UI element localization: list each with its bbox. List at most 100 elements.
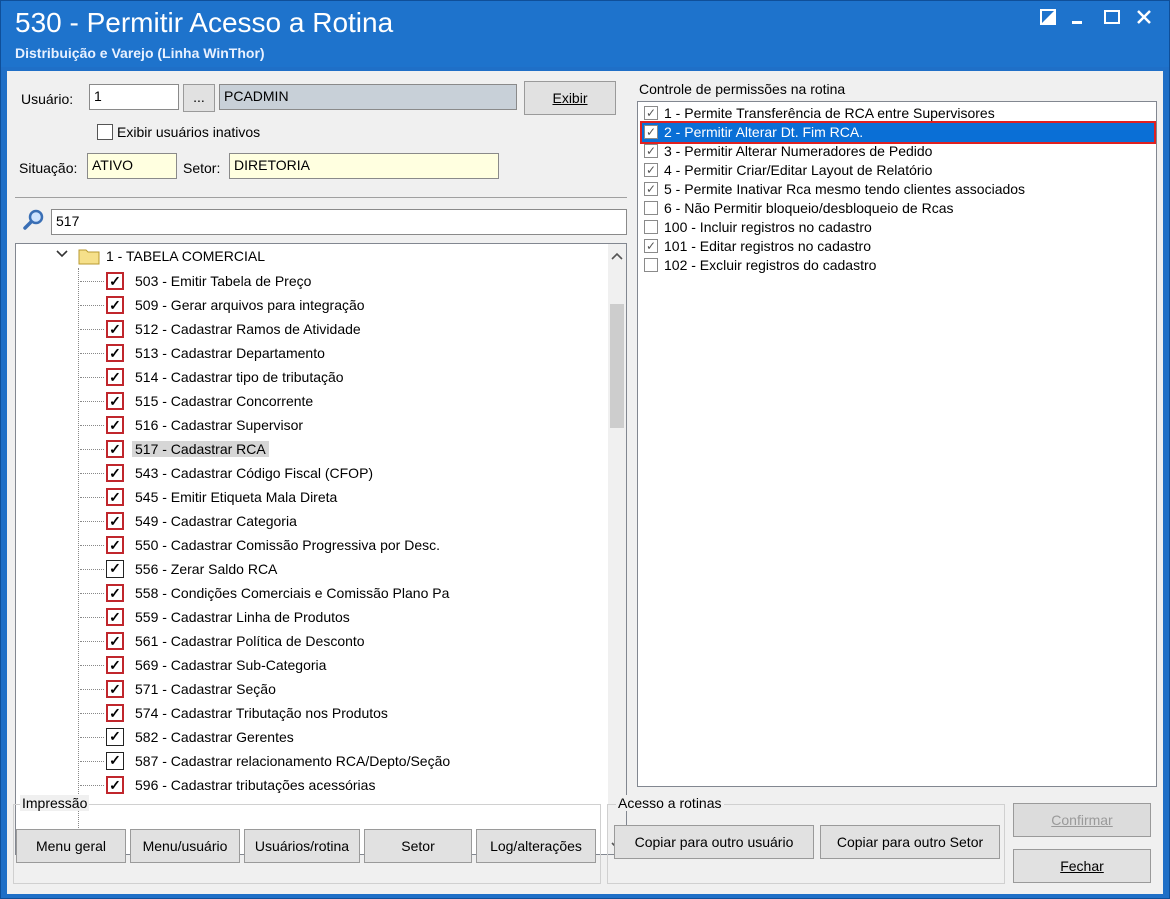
- tree-item-checkbox[interactable]: ✓: [106, 632, 124, 650]
- tree-item[interactable]: ✓ 549 - Cadastrar Categoria: [80, 510, 602, 534]
- tree-item-checkbox[interactable]: ✓: [106, 272, 124, 290]
- tree-connector: [80, 641, 104, 642]
- permission-item[interactable]: 6 - Não Permitir bloqueio/desbloqueio de…: [642, 199, 1154, 218]
- tree-item[interactable]: ✓ 509 - Gerar arquivos para integração: [80, 294, 602, 318]
- permission-checkbox[interactable]: [644, 220, 658, 234]
- tree-item-checkbox[interactable]: ✓: [106, 392, 124, 410]
- setor-button[interactable]: Setor: [364, 829, 472, 863]
- permission-label: 100 - Incluir registros no cadastro: [664, 219, 872, 235]
- tree-item-checkbox[interactable]: ✓: [106, 296, 124, 314]
- tree-item[interactable]: ✓ 517 - Cadastrar RCA: [80, 438, 602, 462]
- tree-item-checkbox[interactable]: ✓: [106, 728, 124, 746]
- tree-item[interactable]: ✓ 582 - Cadastrar Gerentes: [80, 726, 602, 750]
- tree-item[interactable]: ✓ 543 - Cadastrar Código Fiscal (CFOP): [80, 462, 602, 486]
- search-input[interactable]: 517: [51, 209, 627, 235]
- tree-item-checkbox[interactable]: ✓: [106, 704, 124, 722]
- tree-item[interactable]: ✓ 550 - Cadastrar Comissão Progressiva po…: [80, 534, 602, 558]
- menu-geral-button[interactable]: Menu geral: [16, 829, 126, 863]
- scroll-up-icon[interactable]: [611, 248, 623, 264]
- routines-tree[interactable]: 1 - TABELA COMERCIAL ✓ 503 - Emitir Tabel…: [15, 243, 627, 855]
- tree-item-checkbox[interactable]: ✓: [106, 536, 124, 554]
- tree-item[interactable]: ✓ 561 - Cadastrar Política de Desconto: [80, 630, 602, 654]
- permission-checkbox[interactable]: ✓: [644, 163, 658, 177]
- permission-item[interactable]: ✓ 5 - Permite Inativar Rca mesmo tendo cl…: [642, 180, 1154, 199]
- tree-item[interactable]: ✓ 516 - Cadastrar Supervisor: [80, 414, 602, 438]
- tree-item-label: 574 - Cadastrar Tributação nos Produtos: [135, 705, 388, 721]
- permission-checkbox[interactable]: ✓: [644, 239, 658, 253]
- user-code-input[interactable]: 1: [89, 84, 179, 110]
- tree-item[interactable]: ✓ 558 - Condições Comerciais e Comissão P…: [80, 582, 602, 606]
- tree-item-checkbox[interactable]: ✓: [106, 656, 124, 674]
- tree-item-checkbox[interactable]: ✓: [106, 368, 124, 386]
- tree-item-checkbox[interactable]: ✓: [106, 752, 124, 770]
- tree-item-checkbox[interactable]: ✓: [106, 512, 124, 530]
- tree-item[interactable]: ✓ 571 - Cadastrar Seção: [80, 678, 602, 702]
- tree-item-checkbox[interactable]: ✓: [106, 776, 124, 794]
- permission-checkbox[interactable]: [644, 258, 658, 272]
- tree-item[interactable]: ✓ 596 - Cadastrar tributações acessórias: [80, 774, 602, 798]
- tree-item[interactable]: ✓ 574 - Cadastrar Tributação nos Produtos: [80, 702, 602, 726]
- tree-connector: [80, 737, 104, 738]
- tree-item-checkbox[interactable]: ✓: [106, 488, 124, 506]
- status-field: ATIVO: [87, 153, 177, 179]
- tree-item[interactable]: ✓ 545 - Emitir Etiqueta Mala Direta: [80, 486, 602, 510]
- permission-item[interactable]: 102 - Excluir registros do cadastro: [642, 256, 1154, 275]
- tree-item[interactable]: ✓ 512 - Cadastrar Ramos de Atividade: [80, 318, 602, 342]
- permissions-list[interactable]: ✓ 1 - Permite Transferência de RCA entre …: [637, 101, 1157, 787]
- tree-item[interactable]: ✓ 515 - Cadastrar Concorrente: [80, 390, 602, 414]
- permission-checkbox[interactable]: ✓: [644, 144, 658, 158]
- permission-checkbox[interactable]: ✓: [644, 125, 658, 139]
- permission-item[interactable]: ✓ 101 - Editar registros no cadastro: [642, 237, 1154, 256]
- tree-connector: [80, 593, 104, 594]
- tree-item[interactable]: ✓ 587 - Cadastrar relacionamento RCA/Dept…: [80, 750, 602, 774]
- scroll-thumb[interactable]: [610, 304, 624, 428]
- browse-user-button[interactable]: ...: [183, 84, 215, 112]
- close-icon[interactable]: [1131, 7, 1157, 31]
- permission-item[interactable]: ✓ 2 - Permitir Alterar Dt. Fim RCA.: [640, 121, 1156, 144]
- tree-item[interactable]: ✓ 556 - Zerar Saldo RCA: [80, 558, 602, 582]
- usuarios-rotina-button[interactable]: Usuários/rotina: [244, 829, 360, 863]
- tree-item[interactable]: ✓ 514 - Cadastrar tipo de tributação: [80, 366, 602, 390]
- permission-item[interactable]: ✓ 3 - Permitir Alterar Numeradores de Ped…: [642, 142, 1154, 161]
- tree-item-checkbox[interactable]: ✓: [106, 320, 124, 338]
- permission-item[interactable]: 100 - Incluir registros no cadastro: [642, 218, 1154, 237]
- tree-item-checkbox[interactable]: ✓: [106, 584, 124, 602]
- minimize-icon[interactable]: [1065, 7, 1091, 31]
- permission-item[interactable]: ✓ 4 - Permitir Criar/Editar Layout de Rel…: [642, 161, 1154, 180]
- permission-item[interactable]: ✓ 1 - Permite Transferência de RCA entre …: [642, 104, 1154, 123]
- tree-item-checkbox[interactable]: ✓: [106, 608, 124, 626]
- menu-geral-label: Menu geral: [35, 838, 107, 854]
- permission-checkbox[interactable]: ✓: [644, 106, 658, 120]
- chevron-down-icon[interactable]: [56, 248, 68, 263]
- maximize-icon[interactable]: [1099, 7, 1125, 31]
- permission-checkbox[interactable]: ✓: [644, 182, 658, 196]
- log-alteracoes-button[interactable]: Log/alterações: [476, 829, 596, 863]
- copy-to-sector-button[interactable]: Copiar para outro Setor: [820, 825, 1000, 859]
- tree-item[interactable]: ✓ 513 - Cadastrar Departamento: [80, 342, 602, 366]
- show-button[interactable]: Exibir: [524, 81, 616, 115]
- sector-field: DIRETORIA: [229, 153, 499, 179]
- tree-item-checkbox[interactable]: ✓: [106, 680, 124, 698]
- copy-to-user-button[interactable]: Copiar para outro usuário: [614, 825, 814, 859]
- tree-item-checkbox[interactable]: ✓: [106, 440, 124, 458]
- tree-item-checkbox[interactable]: ✓: [106, 344, 124, 362]
- tree-scrollbar[interactable]: [608, 244, 626, 854]
- permission-checkbox[interactable]: [644, 201, 658, 215]
- confirm-button[interactable]: Confirmar: [1013, 803, 1151, 837]
- copy-to-sector-label: Copiar para outro Setor: [836, 834, 984, 850]
- permission-label: 1 - Permite Transferência de RCA entre S…: [664, 105, 995, 121]
- tree-item-checkbox[interactable]: ✓: [106, 464, 124, 482]
- tree-item[interactable]: ✓ 569 - Cadastrar Sub-Categoria: [80, 654, 602, 678]
- tree-item-checkbox[interactable]: ✓: [106, 560, 124, 578]
- tree-connector: [80, 377, 104, 378]
- tree-item[interactable]: ✓ 503 - Emitir Tabela de Preço: [80, 270, 602, 294]
- tree-item[interactable]: ✓ 559 - Cadastrar Linha de Produtos: [80, 606, 602, 630]
- show-button-label: Exibir: [552, 90, 588, 106]
- user-name-field: PCADMIN: [219, 84, 517, 110]
- show-inactive-checkbox[interactable]: [97, 124, 113, 140]
- restore-icon[interactable]: [1035, 7, 1061, 31]
- close-button[interactable]: Fechar: [1013, 849, 1151, 883]
- menu-usuario-button[interactable]: Menu/usuário: [130, 829, 240, 863]
- tree-connector: [80, 305, 104, 306]
- tree-item-checkbox[interactable]: ✓: [106, 416, 124, 434]
